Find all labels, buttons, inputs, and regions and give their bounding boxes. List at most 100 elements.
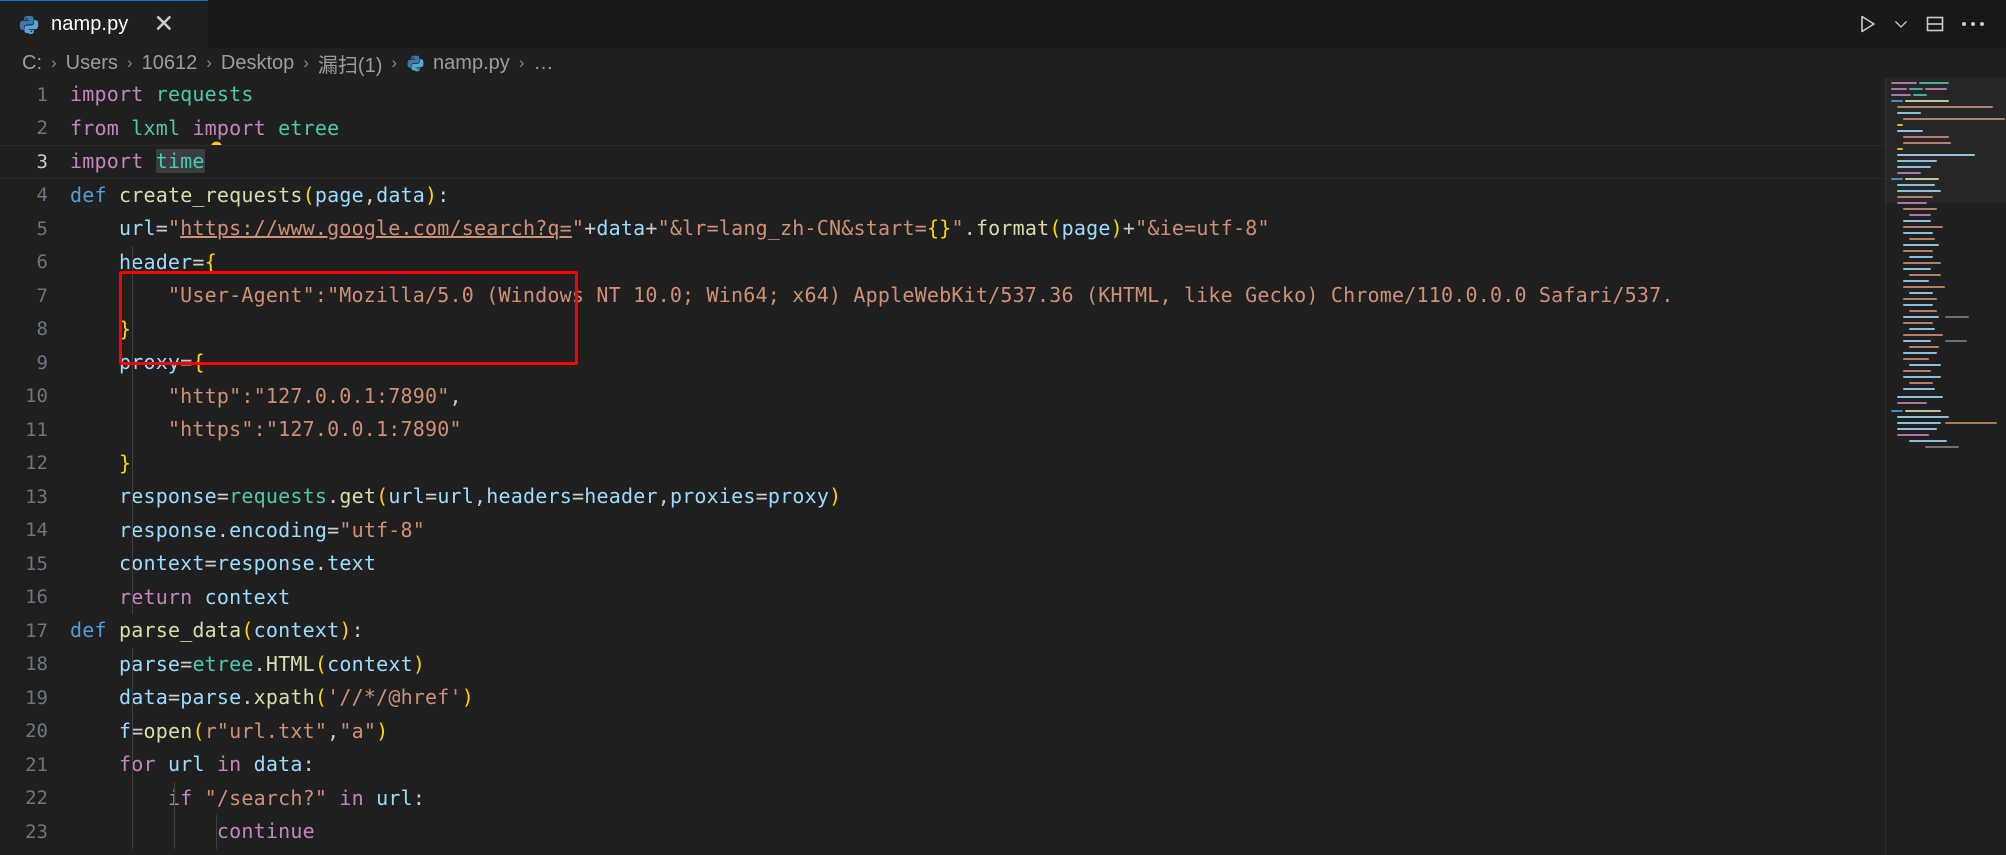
lightbulb-icon[interactable] [88,116,223,160]
code-line[interactable]: 8 } [0,312,1885,346]
line-content: return context [118,584,291,609]
line-content: "User-Agent":"Mozilla/5.0 (Windows NT 10… [167,283,1674,307]
selected-text: time [155,149,205,173]
code-line[interactable]: 10 "http":"127.0.0.1:7890", [0,379,1885,413]
line-content: header={ [118,249,217,274]
line-number: 23 [25,820,48,843]
line-number: 12 [25,452,48,475]
overview-ruler[interactable] [1992,78,2006,855]
code-line[interactable]: 17 def parse_data(context): [0,614,1885,648]
code-lines[interactable]: 1 import requests 2 from lxml import etr… [0,78,1885,855]
line-content: data=parse.xpath('//*/@href') [118,685,475,709]
line-number: 10 [25,385,48,408]
breadcrumb-label: Desktop [220,51,295,74]
chevron-down-icon[interactable] [1886,0,1916,48]
code-line[interactable]: 9 proxy={ [0,346,1885,380]
code-line[interactable]: 15 context=response.text [0,547,1885,581]
line-content: continue [216,819,315,843]
line-number: 2 [36,117,48,140]
breadcrumb: C: › Users › 10612 › Desktop › 漏扫(1) › n… [0,48,2006,78]
line-number: 19 [25,686,48,709]
breadcrumb-separator: › [391,53,398,72]
code-line[interactable]: 14 response.encoding="utf-8" [0,513,1885,547]
line-number: 21 [25,753,48,776]
line-number: 14 [25,519,48,542]
code-line[interactable]: 7 "User-Agent":"Mozilla/5.0 (Windows NT … [0,279,1885,313]
line-number: 18 [25,653,48,676]
line-number: 11 [25,418,48,441]
line-number: 16 [25,586,48,609]
line-content: from lxml import etree [70,115,340,140]
line-number: 20 [25,720,48,743]
line-content: url="https://www.google.com/search?q="+d… [118,216,1270,240]
code-line[interactable]: 2 from lxml import etree [0,112,1885,160]
code-line[interactable]: 20 f=open(r"url.txt","a") [0,714,1885,748]
code-line[interactable]: 18 parse=etree.HTML(context) [0,647,1885,681]
line-content: import requests [70,82,254,106]
breadcrumb-separator: › [206,53,212,72]
line-number: 9 [36,351,48,374]
breadcrumb-label: … [533,51,554,74]
close-icon[interactable]: ✕ [153,12,174,37]
line-content: "http":"127.0.0.1:7890", [167,383,462,408]
breadcrumb-item-0[interactable]: C: [22,52,42,75]
run-python-file-button[interactable] [1848,0,1886,48]
breadcrumb-item-2[interactable]: 10612 [142,52,198,75]
more-actions-icon[interactable] [1954,0,1992,48]
line-number: 17 [25,619,48,642]
line-content: def create_requests(page,data): [70,182,450,207]
breadcrumb-item-5[interactable]: namp.py [406,52,510,75]
line-content: parse=etree.HTML(context) [118,651,426,676]
minimap[interactable] [1885,78,2006,855]
editor-tab-bar: namp.py ✕ [0,0,2006,48]
code-line-current[interactable]: 3 import time [0,145,1885,179]
line-number: 15 [25,552,48,575]
breadcrumb-item-4[interactable]: 漏扫(1) [318,49,382,78]
breadcrumb-separator: › [51,53,57,72]
line-content: def parse_data(context): [70,618,364,642]
code-line[interactable]: 19 data=parse.xpath('//*/@href') [0,681,1885,715]
tab-bar-empty-space [208,0,1848,48]
code-line[interactable]: 1 import requests [0,78,1885,112]
line-content: "https":"127.0.0.1:7890" [167,417,462,441]
code-line[interactable]: 11 "https":"127.0.0.1:7890" [0,413,1885,447]
code-line[interactable]: 5 url="https://www.google.com/search?q="… [0,212,1885,246]
breadcrumb-item-6[interactable]: … [533,52,553,75]
python-file-icon [406,54,425,73]
line-content: f=open(r"url.txt","a") [118,718,389,743]
line-content: context=response.text [118,551,377,575]
code-editor[interactable]: 1 import requests 2 from lxml import etr… [0,78,2006,855]
breadcrumb-item-3[interactable]: Desktop [221,52,294,75]
split-editor-icon[interactable] [1916,0,1954,48]
vscode-window: namp.py ✕ C: › Users › 10612 › Desktop ›… [0,0,2006,855]
code-line[interactable]: 12 } [0,446,1885,480]
line-number: 7 [36,284,48,307]
code-line[interactable]: 16 return context [0,580,1885,614]
line-number: 4 [36,184,48,207]
line-number: 13 [25,485,48,508]
line-content: for url in data: [118,752,315,776]
line-content: proxy={ [118,350,205,374]
breadcrumb-separator: › [126,53,133,72]
code-line[interactable]: 6 header={ [0,245,1885,279]
code-line[interactable]: 21 for url in data: [0,748,1885,782]
code-line[interactable]: 22 if "/search?" in url: [0,781,1885,815]
line-content: import time [70,149,205,173]
line-number: 3 [36,150,48,173]
breadcrumb-label: C: [22,51,42,74]
tab-namp-py[interactable]: namp.py ✕ [0,0,208,48]
line-number: 8 [36,318,48,341]
breadcrumb-label: 10612 [141,51,198,74]
code-line[interactable]: 13 response=requests.get(url=url,headers… [0,480,1885,514]
breadcrumb-item-1[interactable]: Users [66,52,118,75]
editor-actions [1848,0,2006,48]
code-line[interactable]: 23 continue [0,815,1885,849]
line-content: if "/search?" in url: [167,785,426,810]
line-number: 5 [36,217,48,240]
breadcrumb-separator: › [303,53,309,72]
line-number: 6 [36,251,48,274]
tab-label: namp.py [51,13,129,35]
line-content: response.encoding="utf-8" [118,517,426,542]
line-content: } [118,316,132,341]
code-line[interactable]: 4 def create_requests(page,data): [0,179,1885,213]
